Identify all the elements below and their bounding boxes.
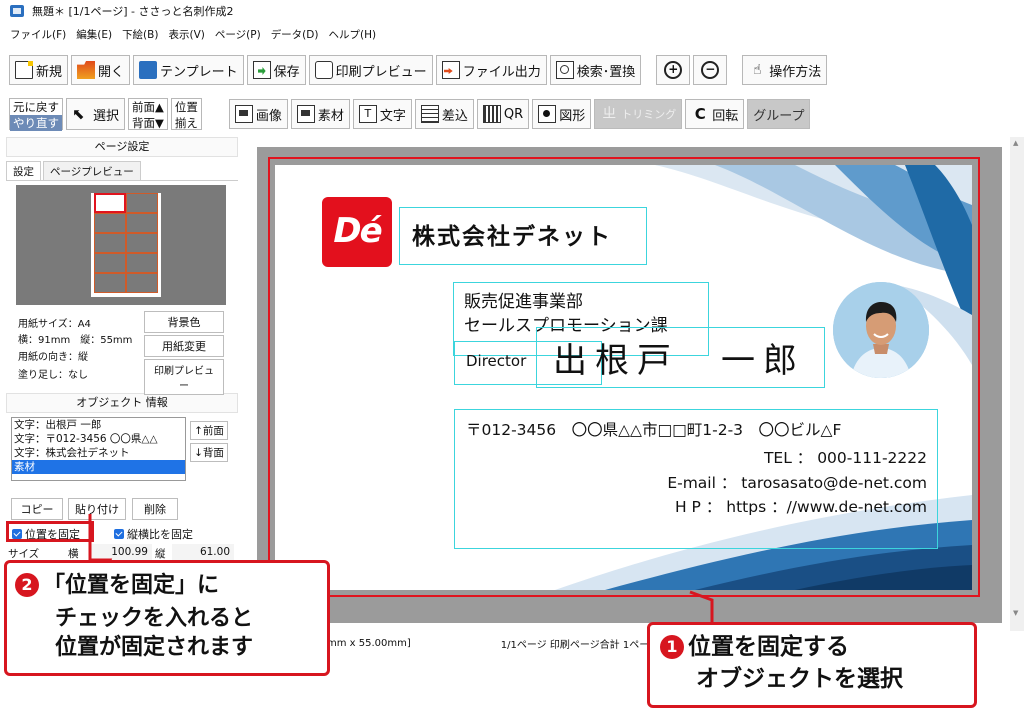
callout-select-object: 1 位置を固定する オブジェクトを選択	[647, 622, 977, 708]
callout-two-line1: 「位置を固定」に	[43, 573, 220, 598]
step-one-badge: 1	[660, 635, 684, 659]
app-window: 無題＊ [1/1ページ] - ささっと名刺作成2 ファイル(F) 編集(E) 下…	[0, 0, 1024, 710]
callout-fix-position: 2 「位置を固定」に チェックを入れると 位置が固定されます	[4, 560, 330, 676]
callout-one-line2: オブジェクトを選択	[696, 666, 903, 692]
callout-one-line1: 位置を固定する	[688, 634, 849, 660]
callout-two-line3: 位置が固定されます	[55, 635, 254, 660]
step-two-badge: 2	[15, 573, 39, 597]
